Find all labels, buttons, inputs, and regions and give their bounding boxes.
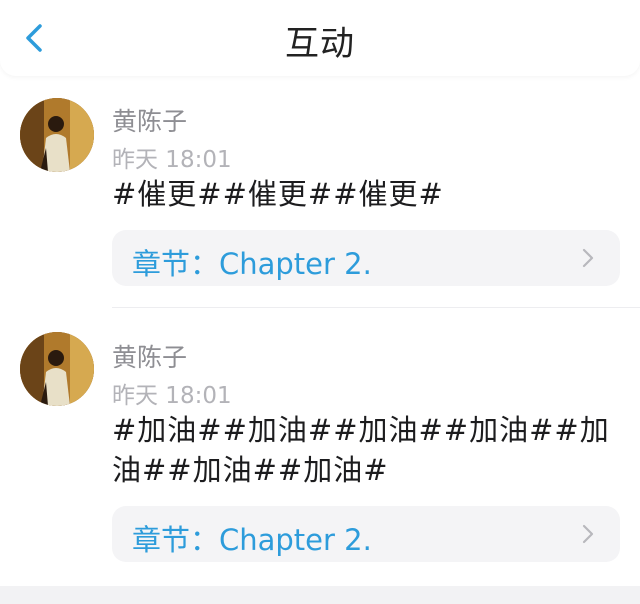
chapter-link[interactable]: 章节：Chapter 2. — [112, 230, 620, 286]
chevron-right-icon — [582, 524, 594, 544]
chapter-label: 章节：Chapter 2. — [132, 247, 372, 281]
top-nav-bar: 互动 — [0, 0, 640, 76]
page-title: 互动 — [285, 24, 355, 64]
comment-text: #加油##加油##加油##加油##加油##加油##加油# — [112, 413, 610, 487]
avatar[interactable] — [20, 332, 94, 406]
comment-item: 黄陈子 昨天 18:01 #加油##加油##加油##加油##加油##加油##加油… — [0, 308, 640, 584]
comment-text: #催更##催更##催更# — [112, 177, 444, 211]
comment-item: 黄陈子 昨天 18:01 #催更##催更##催更# 章节：Chapter 2. — [0, 76, 640, 308]
avatar-image — [20, 332, 94, 406]
comment-author: 黄陈子 — [112, 343, 188, 372]
comment-author: 黄陈子 — [112, 107, 188, 136]
avatar-image — [20, 98, 94, 172]
comment-time: 昨天 18:01 — [112, 147, 232, 173]
chapter-link[interactable]: 章节：Chapter 2. — [112, 506, 620, 562]
chevron-right-icon — [582, 248, 594, 268]
comment-list: 黄陈子 昨天 18:01 #催更##催更##催更# 章节：Chapter 2. — [0, 76, 640, 584]
list-bottom-separator — [0, 586, 640, 604]
avatar[interactable] — [20, 98, 94, 172]
chapter-label: 章节：Chapter 2. — [132, 523, 372, 557]
interaction-page: 互动 黄陈子 昨天 18:01 #催更##催更##催更# 章节：Chapter … — [0, 0, 640, 604]
comment-time: 昨天 18:01 — [112, 383, 232, 409]
